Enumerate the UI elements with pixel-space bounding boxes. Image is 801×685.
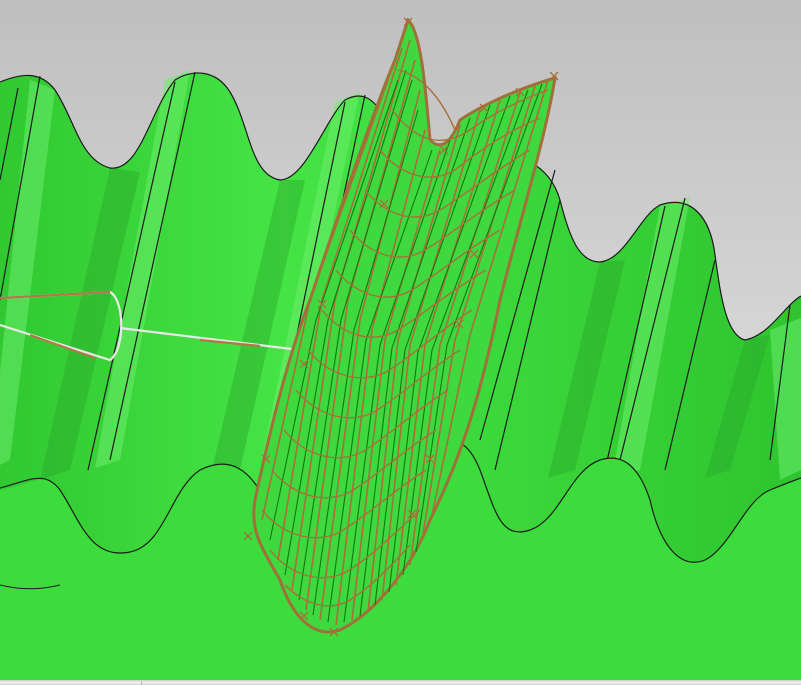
status-bar-divider <box>141 681 142 685</box>
status-bar <box>0 680 801 685</box>
cad-3d-viewport[interactable] <box>0 0 801 680</box>
